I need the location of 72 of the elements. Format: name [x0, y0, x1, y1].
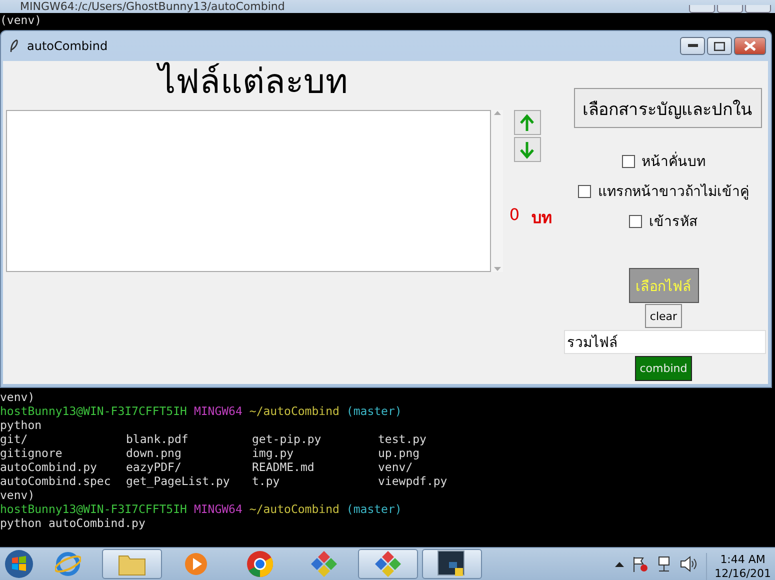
file-name: get_PageList.py — [126, 474, 231, 488]
prompt-system: MINGW64 — [194, 502, 242, 516]
terminal-window-title: MINGW64:/c/Users/GhostBunny13/autoCombind — [19, 0, 285, 13]
checkbox[interactable] — [622, 154, 634, 168]
down-arrow-icon — [519, 140, 535, 158]
file-name: autoCombind.py — [0, 460, 98, 474]
chapter-unit: บท — [532, 207, 553, 229]
prompt-user: hostBunny13@WIN-F3I7CFFT5IH — [0, 502, 187, 516]
option-label: แทรกหน้าขาวถ้าไม่เข้าคู่ — [598, 182, 749, 202]
checkbox[interactable] — [578, 184, 591, 198]
file-name: blank.pdf — [126, 432, 190, 446]
minimize-button[interactable] — [680, 37, 705, 55]
scroll-down-icon[interactable] — [494, 266, 500, 272]
prompt-system: MINGW64 — [194, 404, 242, 418]
prompt-path: ~/autoCombind — [249, 502, 340, 516]
file-name: git/ — [0, 432, 29, 446]
combine-button[interactable]: combind — [634, 356, 692, 381]
speaker-icon[interactable] — [680, 556, 698, 572]
taskbar-button[interactable] — [422, 549, 482, 579]
network-icon[interactable] — [656, 556, 672, 572]
minimize-icon — [688, 44, 698, 48]
up-arrow-icon — [519, 114, 535, 132]
diamond-icon — [310, 550, 338, 578]
move-down-button[interactable] — [514, 137, 540, 162]
output-name-field[interactable]: รวมไฟล์ — [564, 330, 766, 354]
heading: ไฟล์แต่ละบท — [3, 61, 503, 107]
terminal-line: (venv) — [0, 13, 43, 27]
maximize-button[interactable] — [707, 37, 732, 55]
chapter-count: 0 — [509, 205, 520, 226]
close-icon — [744, 41, 756, 51]
start-icon[interactable] — [4, 549, 34, 579]
file-name: gitignore — [0, 446, 64, 460]
terminal-line: venv) — [0, 488, 36, 502]
checkbox[interactable] — [629, 214, 642, 228]
prompt-user: hostBunny13@WIN-F3I7CFFT5IH — [0, 404, 187, 418]
terminal-icon — [437, 550, 467, 578]
file-name: viewpdf.py — [378, 474, 448, 488]
play-icon — [183, 551, 209, 577]
option-label: หน้าคั่นบท — [642, 150, 706, 172]
file-name: up.png — [378, 446, 421, 460]
terminal-line: python — [0, 418, 43, 432]
browser-icon — [55, 551, 81, 577]
close-button[interactable] — [745, 5, 771, 13]
file-name: venv/ — [378, 460, 414, 474]
file-name: t.py — [252, 474, 281, 488]
prompt-branch: (master) — [346, 404, 402, 418]
feather-icon — [9, 39, 19, 53]
terminal-line: venv) — [0, 390, 36, 404]
file-name: README.md — [252, 460, 316, 474]
file-name: down.png — [126, 446, 182, 460]
file-name: eazyPDF/ — [126, 460, 182, 474]
flag-icon[interactable] — [632, 556, 648, 572]
file-name: test.py — [378, 432, 428, 446]
choose-toc-button[interactable]: เลือกสาระบัญและปกใน — [574, 88, 762, 128]
terminal-line: python autoCombind.py — [0, 516, 146, 530]
clock[interactable]: 1:44 AM 12/16/201 — [706, 553, 771, 580]
file-name: autoCombind.spec — [0, 474, 112, 488]
clear-button[interactable]: clear — [644, 304, 682, 328]
chrome-icon — [246, 550, 274, 578]
scrollbar[interactable] — [491, 110, 503, 272]
file-name: img.py — [252, 446, 295, 460]
window-title: autoCombind — [27, 39, 108, 53]
close-button[interactable] — [734, 37, 766, 55]
scroll-up-icon[interactable] — [494, 110, 500, 116]
prompt-branch: (master) — [346, 502, 402, 516]
caret-icon[interactable] — [614, 561, 624, 567]
file-name: get-pip.py — [252, 432, 322, 446]
diamond-icon — [374, 550, 402, 578]
option-label: เข้ารหัส — [649, 213, 698, 232]
maximize-icon — [714, 42, 725, 50]
move-up-button[interactable] — [514, 110, 540, 135]
prompt-path: ~/autoCombind — [249, 404, 340, 418]
